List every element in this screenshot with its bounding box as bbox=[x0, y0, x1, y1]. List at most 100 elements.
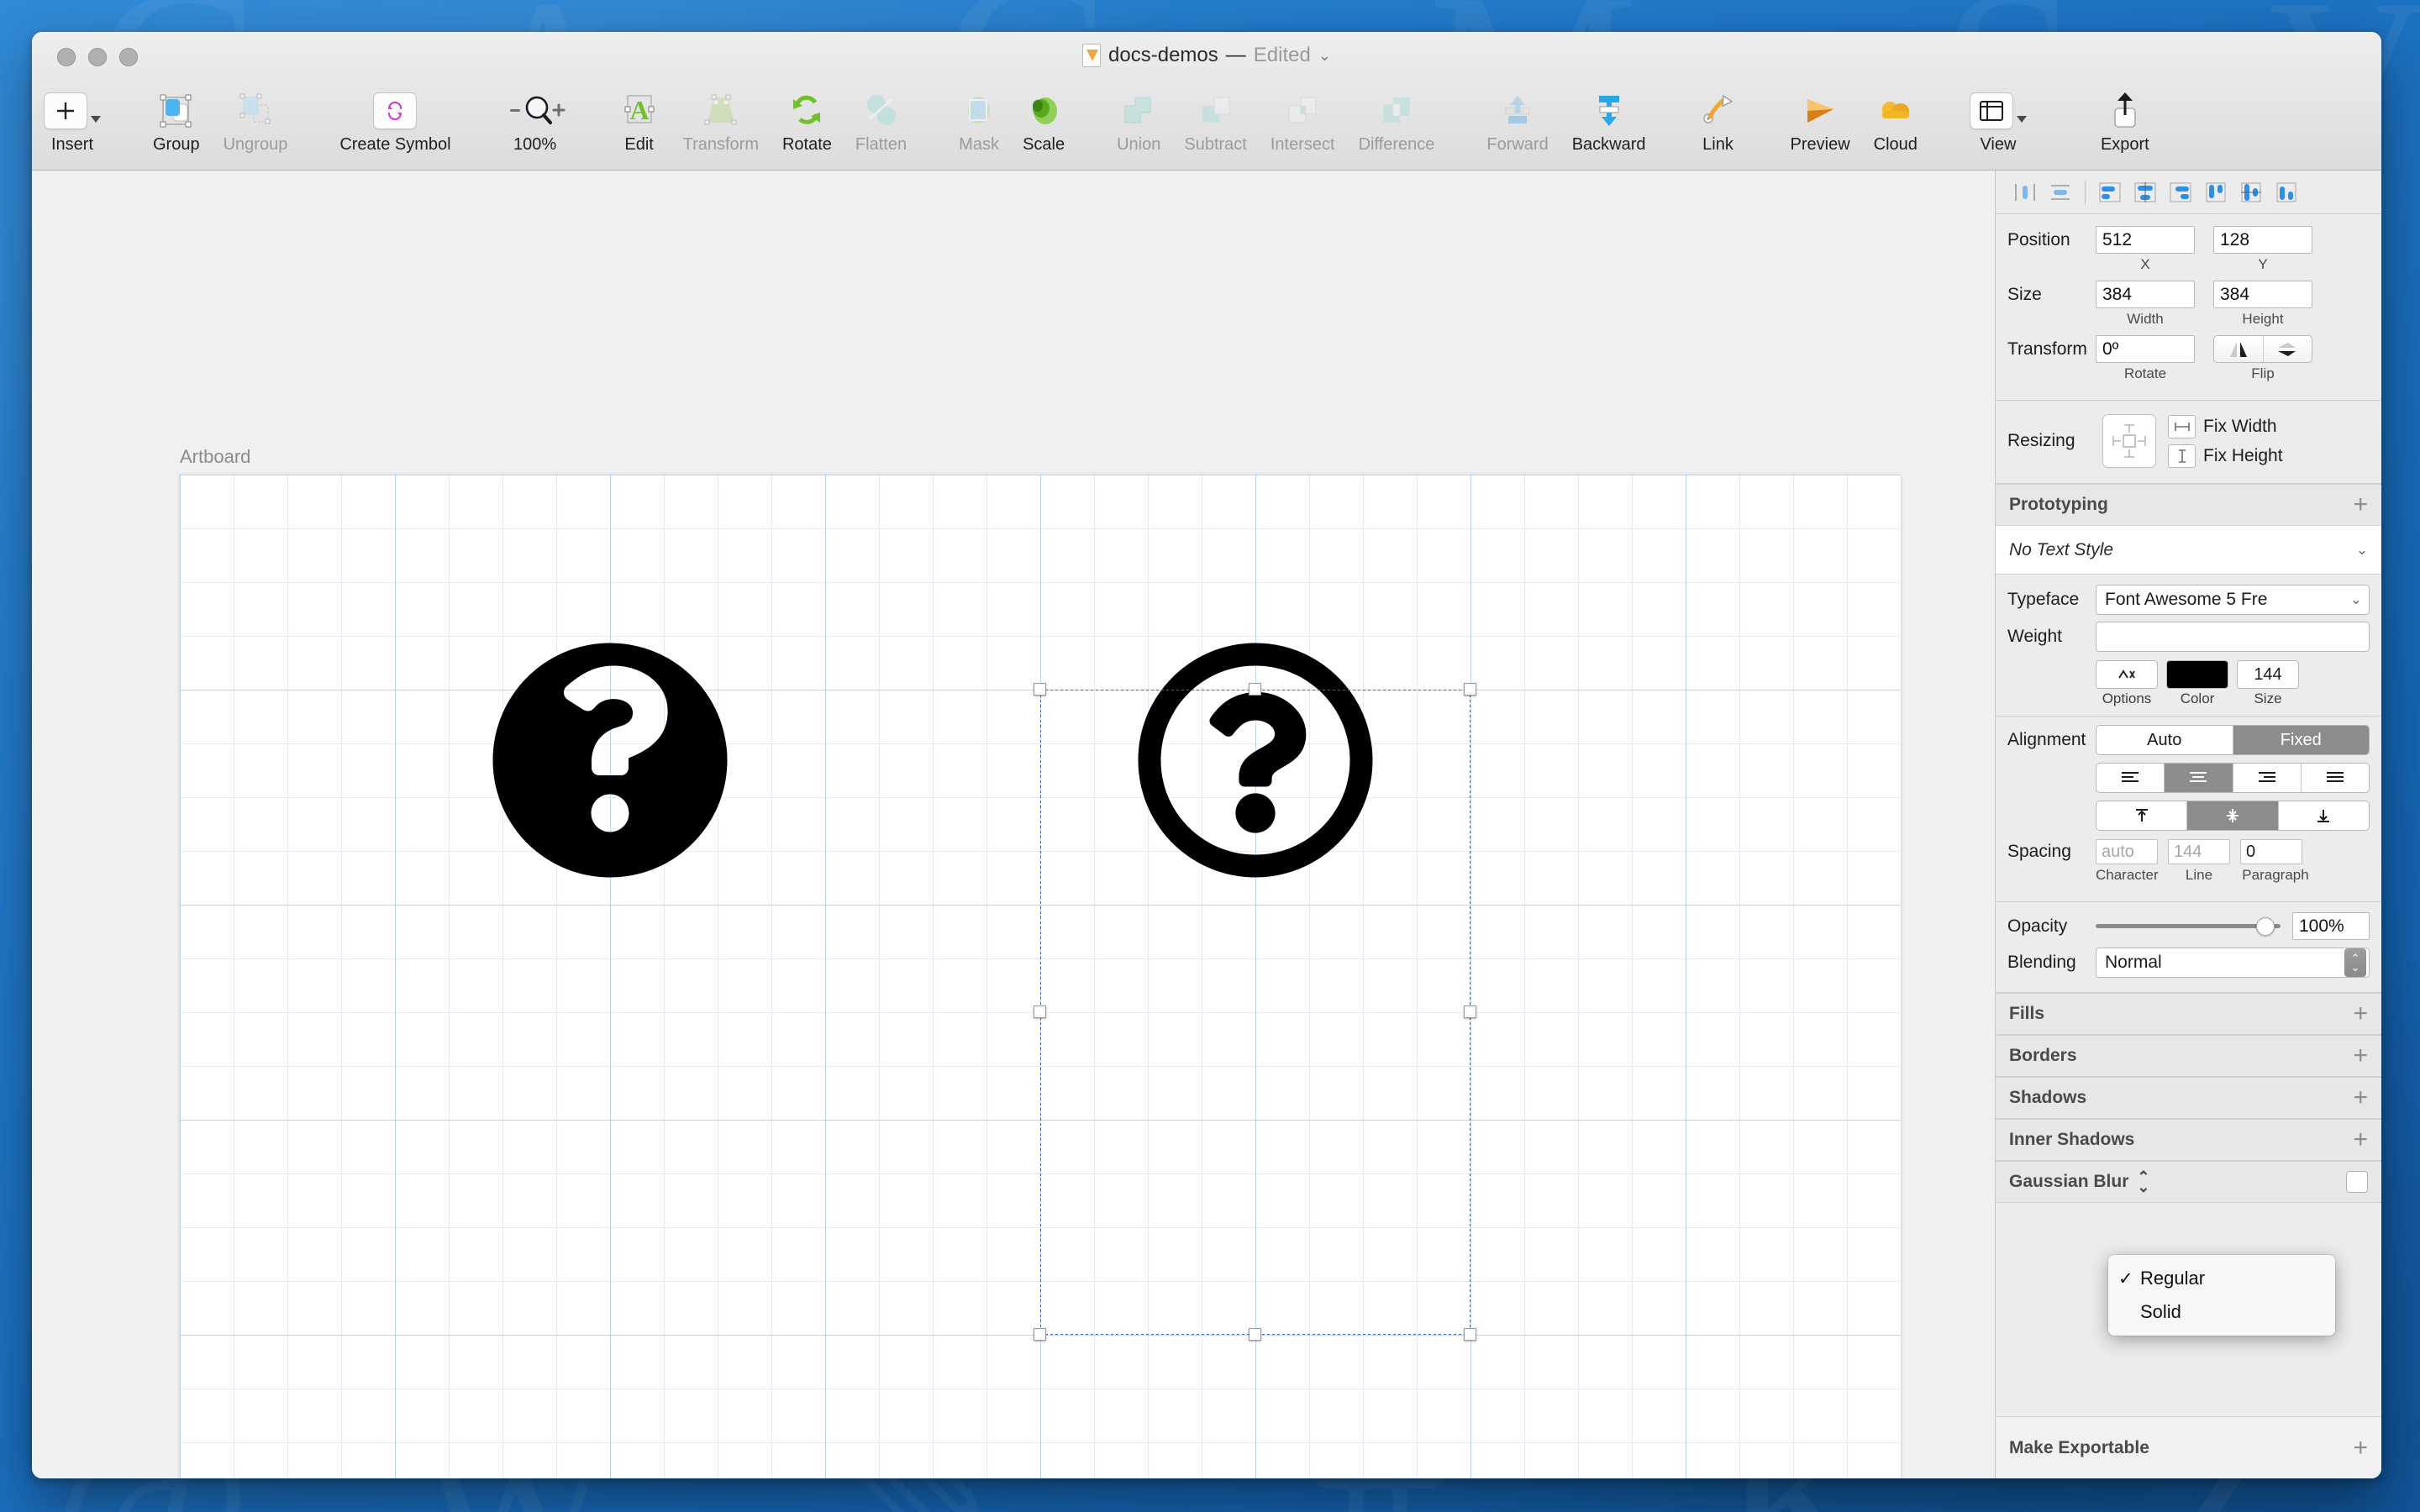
size-height-input[interactable]: 384 bbox=[2213, 281, 2312, 308]
size-width-input[interactable]: 384 bbox=[2096, 281, 2195, 308]
resize-handle-top-center[interactable] bbox=[1249, 683, 1261, 696]
toolbar-item-forward[interactable]: Forward bbox=[1475, 87, 1560, 155]
flip-vertical-icon[interactable] bbox=[2262, 336, 2312, 362]
align-text-bottom-icon[interactable] bbox=[2277, 801, 2369, 830]
spacing-paragraph-input[interactable]: 0 bbox=[2240, 839, 2302, 864]
toolbar-item-flatten[interactable]: Flatten bbox=[844, 87, 918, 155]
toolbar-item-cloud[interactable]: Cloud bbox=[1862, 87, 1929, 155]
fix-height-row[interactable]: Fix Height bbox=[2168, 444, 2283, 468]
chevron-down-icon[interactable]: ⌄ bbox=[1318, 47, 1331, 65]
add-border-icon[interactable]: + bbox=[2353, 1043, 2368, 1068]
toolbar-item-backward[interactable]: Backward bbox=[1560, 87, 1658, 155]
align-bottom-icon[interactable] bbox=[2269, 178, 2304, 207]
weight-menu-item-regular[interactable]: ✓ Regular bbox=[2108, 1262, 2335, 1295]
text-size-field[interactable]: 144 Size bbox=[2237, 660, 2299, 707]
toolbar-item-group[interactable]: Group bbox=[141, 87, 212, 155]
flip-horizontal-icon[interactable] bbox=[2214, 336, 2263, 362]
position-y-input[interactable]: 128 bbox=[2213, 226, 2312, 254]
align-top-icon[interactable] bbox=[2198, 178, 2233, 207]
toolbar-item-insert[interactable]: Insert bbox=[32, 87, 113, 155]
inner-shadows-section-header[interactable]: Inner Shadows + bbox=[1996, 1119, 2381, 1161]
blending-select[interactable]: Normal ⌃ ⌄ bbox=[2096, 948, 2370, 978]
artboard-label[interactable]: Artboard bbox=[180, 446, 250, 468]
resize-handle-top-left[interactable] bbox=[1034, 683, 1046, 696]
resize-handle-bottom-right[interactable] bbox=[1464, 1328, 1476, 1341]
toolbar-item-link[interactable]: Link bbox=[1686, 87, 1750, 155]
text-align-vertical-segment[interactable] bbox=[2096, 801, 2370, 831]
inspector-panel[interactable]: Position 512 128 X Y Size 384 384 Width … bbox=[1995, 171, 2381, 1478]
chevron-down-icon[interactable] bbox=[2016, 116, 2027, 123]
align-text-middle-icon[interactable] bbox=[2186, 801, 2278, 830]
opacity-knob[interactable] bbox=[2256, 916, 2275, 936]
prototyping-section-header[interactable]: Prototyping + bbox=[1996, 484, 2381, 526]
align-right-icon[interactable] bbox=[2163, 178, 2198, 207]
text-size-value[interactable]: 144 bbox=[2237, 660, 2299, 689]
alignment-fixed-button[interactable]: Fixed bbox=[2232, 726, 2369, 754]
add-inner-shadow-icon[interactable]: + bbox=[2353, 1127, 2368, 1152]
blur-type-stepper-icon[interactable]: ⌃ ⌄ bbox=[2137, 1169, 2149, 1194]
shadows-section-header[interactable]: Shadows + bbox=[1996, 1077, 2381, 1119]
canvas-area[interactable]: Artboard bbox=[32, 171, 1995, 1478]
flip-buttons[interactable] bbox=[2213, 335, 2312, 363]
text-options-button[interactable]: Options bbox=[2096, 660, 2158, 707]
stepper-icon[interactable]: ⌃ ⌄ bbox=[2344, 948, 2366, 977]
toolbar-item-export[interactable]: Export bbox=[2089, 87, 2161, 155]
resizing-anchor-widget[interactable] bbox=[2102, 414, 2156, 468]
toolbar-item-mask[interactable]: Mask bbox=[947, 87, 1011, 155]
rotate-input[interactable]: 0º bbox=[2096, 335, 2195, 363]
borders-section-header[interactable]: Borders + bbox=[1996, 1035, 2381, 1077]
toolbar-item-zoom[interactable]: 100% bbox=[492, 87, 579, 155]
alignment-mode-segment[interactable]: Auto Fixed bbox=[2096, 725, 2370, 755]
question-circle-solid-glyph[interactable] bbox=[489, 639, 731, 881]
toolbar-item-transform[interactable]: Transform bbox=[671, 87, 771, 155]
window-titlebar[interactable]: docs-demos — Edited ⌄ bbox=[32, 32, 2381, 82]
fix-width-row[interactable]: Fix Width bbox=[2168, 414, 2283, 438]
toolbar-item-subtract[interactable]: Subtract bbox=[1172, 87, 1258, 155]
add-prototyping-icon[interactable]: + bbox=[2353, 492, 2368, 517]
resize-handle-middle-right[interactable] bbox=[1464, 1005, 1476, 1018]
gaussian-blur-checkbox[interactable] bbox=[2346, 1171, 2368, 1193]
align-text-top-icon[interactable] bbox=[2096, 801, 2186, 830]
align-left-icon[interactable] bbox=[2092, 178, 2128, 207]
toolbar-item-union[interactable]: Union bbox=[1105, 87, 1172, 155]
gaussian-blur-section-header[interactable]: Gaussian Blur ⌃ ⌄ bbox=[1996, 1161, 2381, 1203]
weight-menu-item-solid[interactable]: Solid bbox=[2108, 1295, 2335, 1329]
weight-select[interactable] bbox=[2096, 622, 2370, 652]
add-fill-icon[interactable]: + bbox=[2353, 1001, 2368, 1026]
alignment-auto-button[interactable]: Auto bbox=[2096, 726, 2233, 754]
resize-handle-bottom-left[interactable] bbox=[1034, 1328, 1046, 1341]
weight-dropdown-menu[interactable]: ✓ Regular Solid bbox=[2108, 1255, 2335, 1336]
fills-section-header[interactable]: Fills + bbox=[1996, 993, 2381, 1035]
add-shadow-icon[interactable]: + bbox=[2353, 1085, 2368, 1110]
fix-width-icon[interactable] bbox=[2168, 414, 2196, 438]
resize-handle-top-right[interactable] bbox=[1464, 683, 1476, 696]
opacity-slider[interactable] bbox=[2096, 916, 2281, 937]
artboard[interactable] bbox=[180, 475, 1901, 1478]
align-vertical-center-icon[interactable] bbox=[2233, 178, 2269, 207]
resize-handle-middle-left[interactable] bbox=[1034, 1005, 1046, 1018]
chevron-down-icon[interactable]: ⌄ bbox=[2356, 542, 2368, 559]
text-color-swatch[interactable] bbox=[2166, 660, 2228, 689]
text-align-right-icon[interactable] bbox=[2232, 764, 2301, 792]
position-x-input[interactable]: 512 bbox=[2096, 226, 2195, 254]
toolbar-item-difference[interactable]: Difference bbox=[1347, 87, 1447, 155]
text-align-horizontal-segment[interactable] bbox=[2096, 763, 2370, 793]
selection-bounds[interactable] bbox=[1034, 683, 1476, 1341]
make-exportable-bar[interactable]: Make Exportable + bbox=[1996, 1416, 2381, 1478]
fix-height-icon[interactable] bbox=[2168, 444, 2196, 468]
toolbar-item-ungroup[interactable]: Ungroup bbox=[212, 87, 300, 155]
toolbar-item-create-symbol[interactable]: Create Symbol bbox=[328, 87, 462, 155]
resize-handle-bottom-center[interactable] bbox=[1249, 1328, 1261, 1341]
toolbar-item-scale[interactable]: Scale bbox=[1011, 87, 1076, 155]
align-horizontal-center-icon[interactable] bbox=[2128, 178, 2163, 207]
add-export-preset-icon[interactable]: + bbox=[2353, 1435, 2368, 1461]
distribute-vertically-icon[interactable] bbox=[2043, 178, 2078, 207]
main-toolbar[interactable]: Insert Group Ungroup Create Symbol 100% … bbox=[32, 82, 2381, 170]
spacing-line-input[interactable]: 144 bbox=[2168, 839, 2230, 864]
text-align-center-icon[interactable] bbox=[2164, 764, 2233, 792]
opacity-value-input[interactable]: 100% bbox=[2292, 912, 2370, 940]
toolbar-item-intersect[interactable]: Intersect bbox=[1259, 87, 1347, 155]
toolbar-item-view[interactable]: View bbox=[1958, 87, 2039, 155]
toolbar-item-preview[interactable]: Preview bbox=[1779, 87, 1862, 155]
toolbar-item-edit[interactable]: A Edit bbox=[608, 87, 671, 155]
